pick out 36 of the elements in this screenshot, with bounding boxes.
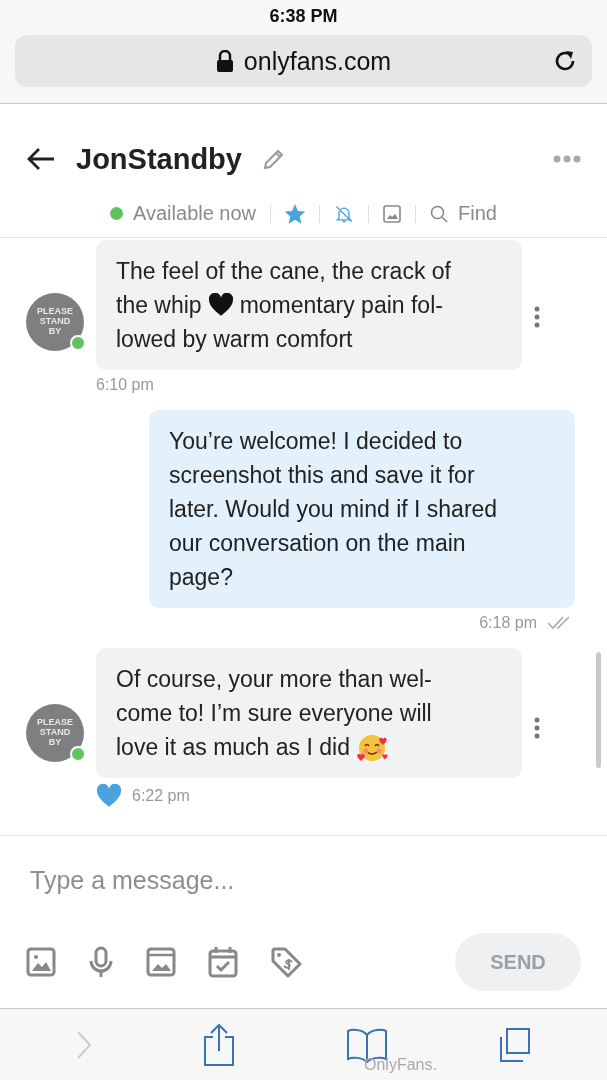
heart-icon	[207, 293, 234, 317]
message-bubble: You’re welcome! I decided to screenshot this and save it for later. Would you mind if I shared our conversation on the main page?	[149, 410, 575, 608]
availability-text: Available now	[133, 202, 257, 225]
search-icon	[430, 204, 449, 223]
star-icon[interactable]	[285, 203, 306, 224]
message-time: 6:18 pm	[479, 614, 537, 632]
find-button[interactable]: Find	[430, 202, 497, 225]
message-time: 6:10 pm	[96, 376, 154, 394]
calendar-check-icon[interactable]	[208, 946, 238, 978]
gallery-icon[interactable]	[146, 947, 176, 977]
tabs-icon[interactable]	[499, 1026, 532, 1063]
share-icon[interactable]	[202, 1022, 235, 1067]
url-text: onlyfans.com	[243, 46, 392, 76]
image-icon[interactable]	[26, 947, 56, 977]
bell-off-icon[interactable]	[334, 203, 355, 224]
avatar[interactable]: PLEASE STAND BY	[26, 704, 84, 762]
heart-icon	[96, 784, 122, 808]
price-tag-icon[interactable]	[270, 946, 302, 978]
avatar-text: PLEASE STAND BY	[36, 307, 74, 337]
lock-icon	[215, 50, 234, 72]
address-bar[interactable]: onlyfans.com	[15, 35, 592, 87]
chat-title: JonStandby	[76, 142, 242, 176]
avatar-text: PLEASE STAND BY	[36, 718, 74, 748]
footer-text: OnlyFans.	[364, 1056, 437, 1074]
more-options-icon[interactable]	[534, 717, 540, 739]
message-time: 6:22 pm	[132, 787, 190, 805]
pencil-icon[interactable]	[261, 147, 286, 171]
more-options-icon[interactable]	[553, 155, 581, 163]
message-bubble: Of course, your more than wel- come to! I’m sure everyone will love it as much as I did	[96, 648, 522, 778]
microphone-icon[interactable]	[88, 946, 114, 978]
status-time: 6:38 PM	[269, 6, 338, 27]
avatar[interactable]: PLEASE STAND BY	[26, 293, 84, 351]
back-arrow-icon[interactable]	[26, 147, 56, 171]
image-icon[interactable]	[383, 204, 402, 223]
more-options-icon[interactable]	[534, 306, 540, 328]
message-bubble: The feel of the cane, the crack of the whip momentary pain fol- lowed by warm comfort	[96, 240, 522, 370]
